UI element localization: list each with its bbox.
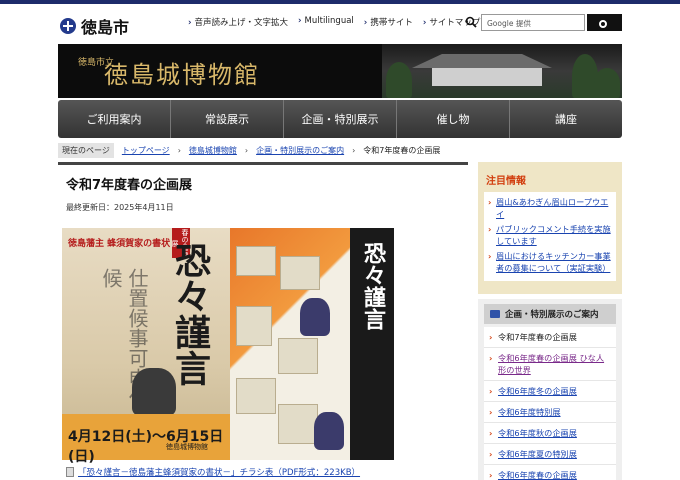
pdf-download-link[interactable]: 「恐々謹言－徳島藩主蜂須賀家の書状－」チラシ表（PDF形式：223KB） <box>66 466 360 478</box>
book-icon <box>490 310 500 318</box>
poster-subtitle: 徳島藩主 蜂須賀家の書状 <box>68 239 171 249</box>
exhibit-list: 令和7年度春の企画展 令和6年度春の企画展 ひな人形の世界 令和6年度冬の企画展… <box>484 327 616 480</box>
exhibit-panel: 企画・特別展示のご案内 令和7年度春の企画展 令和6年度春の企画展 ひな人形の世… <box>478 299 622 480</box>
poster-back-headline: 恐々謹言 <box>360 242 386 330</box>
exhibit-link[interactable]: 令和6年度特別展 <box>498 407 561 417</box>
exhibit-link[interactable]: 令和6年度夏の特別展 <box>498 449 577 459</box>
poster-document <box>278 338 318 374</box>
exhibit-item: 令和6年度冬の企画展 <box>484 381 616 402</box>
breadcrumb-exhibits[interactable]: 企画・特別展示のご案内 <box>256 145 344 156</box>
last-updated: 最終更新日：2025年4月11日 <box>66 203 174 212</box>
search-input[interactable]: Google 提供 <box>481 14 585 31</box>
main-nav: ご利用案内 常設展示 企画・特別展示 催し物 講座 <box>58 100 622 138</box>
poster-portrait <box>132 368 176 416</box>
tree <box>594 68 620 98</box>
breadcrumb-top[interactable]: トップページ <box>122 145 170 156</box>
nav-events[interactable]: 催し物 <box>397 100 510 138</box>
poster-figure <box>314 412 344 450</box>
attention-link[interactable]: パブリックコメント手続を実施しています <box>496 224 611 246</box>
exhibit-item-current: 令和7年度春の企画展 <box>484 327 616 348</box>
search-icon <box>465 16 477 28</box>
tree <box>386 62 412 98</box>
main-content: 令和7年度春の企画展 最終更新日：2025年4月11日 徳島藩主 蜂須賀家の書状… <box>58 162 468 480</box>
page-title: 令和7年度春の企画展 <box>66 178 193 193</box>
castle-roof <box>412 54 552 68</box>
title-rule <box>58 162 468 165</box>
exhibit-panel-header: 企画・特別展示のご案内 <box>484 304 616 324</box>
poster-front: 徳島藩主 蜂須賀家の書状 仕置候事可申付候 春の企画展 恐々謹言 4月12日(土… <box>62 228 230 465</box>
search-button-icon <box>599 20 607 28</box>
exhibition-poster: 徳島藩主 蜂須賀家の書状 仕置候事可申付候 春の企画展 恐々謹言 4月12日(土… <box>62 228 394 465</box>
poster-document <box>280 256 320 290</box>
museum-banner[interactable]: 徳島市立 徳島城博物館 <box>58 44 622 98</box>
exhibit-item: 令和6年度特別展 <box>484 402 616 423</box>
exhibit-link[interactable]: 令和6年度冬の企画展 <box>498 386 577 396</box>
pdf-link-text[interactable]: 「恐々謹言－徳島藩主蜂須賀家の書状－」チラシ表（PDF形式：223KB） <box>78 466 360 478</box>
attention-panel: 注目情報 眉山&あわぎん眉山ロープウエイ パブリックコメント手続を実施しています… <box>478 162 622 294</box>
exhibit-link[interactable]: 令和6年度春の企画展 ひな人形の世界 <box>498 353 604 375</box>
top-accent-bar <box>0 0 680 4</box>
poster-date-band: 4月12日(土)〜6月15日(日) 徳島城博物館 <box>62 414 230 465</box>
poster-document <box>278 404 318 444</box>
exhibit-item: 令和6年度秋の企画展 <box>484 423 616 444</box>
poster-document <box>236 378 276 414</box>
castle-photo <box>382 44 622 98</box>
exhibit-item: 令和6年度春の企画展 <box>484 465 616 480</box>
attention-link[interactable]: 眉山&あわぎん眉山ロープウエイ <box>496 197 608 219</box>
breadcrumb-current: 令和7年度春の企画展 <box>363 145 441 155</box>
nav-lectures[interactable]: 講座 <box>510 100 622 138</box>
castle-wall <box>432 68 542 86</box>
attention-title: 注目情報 <box>486 176 526 187</box>
breadcrumb-museum[interactable]: 徳島城博物館 <box>189 145 237 156</box>
attention-item: 眉山におけるキッチンカー事業者の募集について（実証実験） <box>488 250 612 274</box>
breadcrumb-separator: › <box>244 145 249 155</box>
sidebar: 注目情報 眉山&あわぎん眉山ロープウエイ パブリックコメント手続を実施しています… <box>478 162 622 480</box>
poster-back: 恐々謹言 <box>230 228 394 460</box>
poster-museum: 徳島城博物館 <box>166 443 208 451</box>
breadcrumb-label: 現在のページ <box>58 142 114 158</box>
attention-item: 眉山&あわぎん眉山ロープウエイ <box>488 196 612 220</box>
site-name: 徳島市 <box>81 18 130 37</box>
breadcrumb: 現在のページ トップページ › 徳島城博物館 › 企画・特別展示のご案内 › 令… <box>58 142 622 158</box>
util-link-multilingual[interactable]: Multilingual <box>298 16 354 28</box>
exhibit-link[interactable]: 令和6年度春の企画展 <box>498 470 577 480</box>
city-emblem-icon <box>60 18 76 34</box>
attention-list: 眉山&あわぎん眉山ロープウエイ パブリックコメント手続を実施しています 眉山にお… <box>484 192 616 281</box>
poster-document <box>236 246 276 276</box>
nav-usage-guide[interactable]: ご利用案内 <box>58 100 171 138</box>
pdf-file-icon <box>66 467 74 477</box>
poster-headline: 恐々謹言 <box>169 242 211 386</box>
util-link-accessibility[interactable]: 音声読み上げ・文字拡大 <box>188 16 289 28</box>
attention-item: パブリックコメント手続を実施しています <box>488 223 612 247</box>
exhibit-panel-title: 企画・特別展示のご案内 <box>505 310 599 320</box>
poster-figure <box>300 298 330 336</box>
breadcrumb-separator: › <box>352 145 356 155</box>
util-link-mobile[interactable]: 携帯サイト <box>364 16 413 28</box>
nav-special-exhibit[interactable]: 企画・特別展示 <box>284 100 397 138</box>
site-logo[interactable]: 徳島市 <box>60 14 129 38</box>
search-button[interactable] <box>587 14 622 31</box>
banner-title: 徳島城博物館 <box>104 61 260 89</box>
breadcrumb-separator: › <box>177 145 181 155</box>
attention-link[interactable]: 眉山におけるキッチンカー事業者の募集について（実証実験） <box>496 251 611 273</box>
exhibit-link[interactable]: 令和6年度秋の企画展 <box>498 428 577 438</box>
utility-links: 音声読み上げ・文字拡大 Multilingual 携帯サイト サイトマップ <box>188 16 481 28</box>
exhibit-item: 令和6年度春の企画展 ひな人形の世界 <box>484 348 616 381</box>
nav-permanent-exhibit[interactable]: 常設展示 <box>171 100 284 138</box>
poster-document <box>236 306 272 346</box>
exhibit-item: 令和6年度夏の特別展 <box>484 444 616 465</box>
